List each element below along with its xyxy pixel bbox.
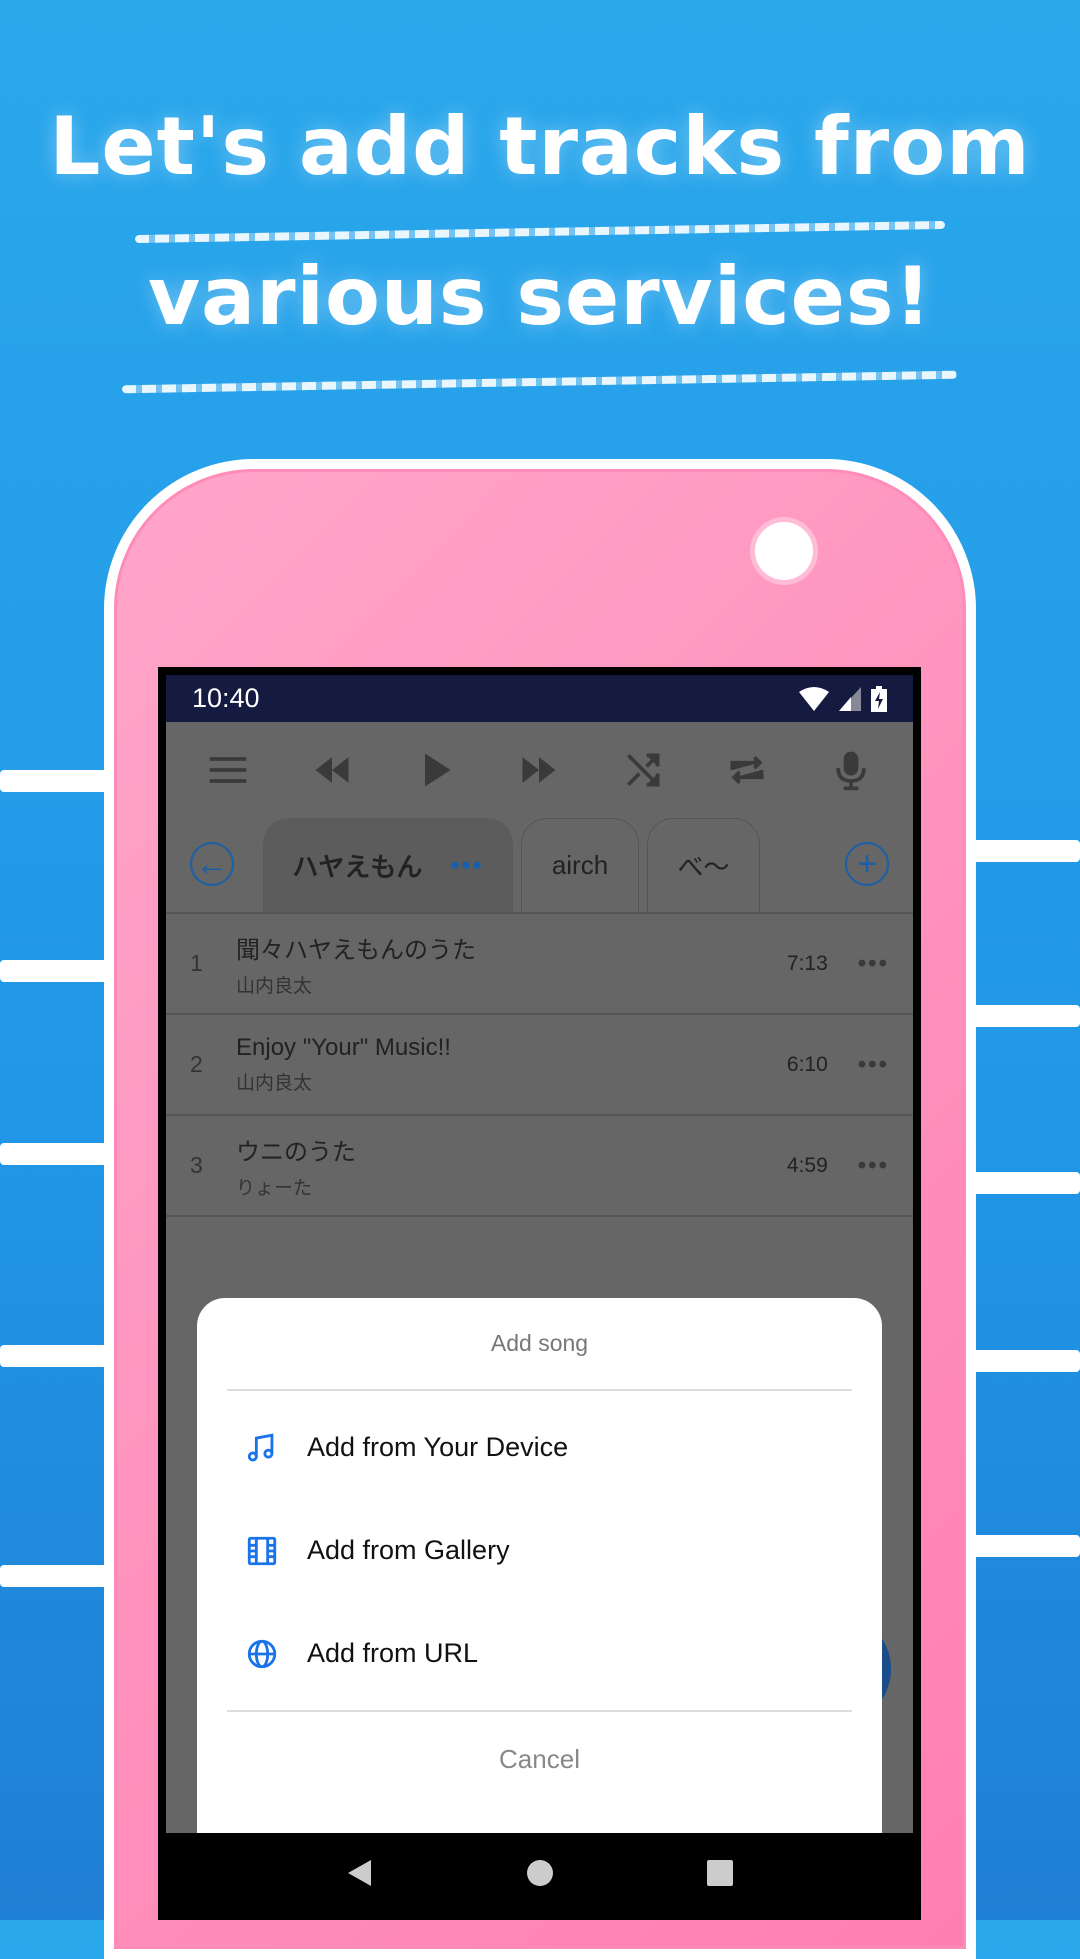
add-playlist-icon[interactable]: + [845,842,889,886]
add-from-gallery-option[interactable]: Add from Gallery [227,1499,852,1602]
track-title: Enjoy "Your" Music!! [236,1034,451,1061]
track-title: 聞々ハヤえもんのうた [236,936,476,964]
track-number: 3 [190,1152,203,1178]
track-duration: 7:13 [786,951,828,975]
tab-playlist[interactable]: airch [521,818,639,912]
stripe [970,1350,1080,1372]
playlist-tabs: ← ハヤえもん ••• airch べ〜 + [166,817,913,914]
cancel-button[interactable]: Cancel [197,1712,882,1807]
stripe [0,1565,110,1587]
status-bar: 10:40 [166,675,913,722]
microphone-icon[interactable] [829,748,873,792]
tab-playlist[interactable]: べ〜 [647,818,760,912]
track-artist: りょーた [236,1177,313,1199]
track-number: 1 [190,950,203,976]
signal-icon [839,686,861,711]
wifi-icon [799,686,829,711]
tab-playlist[interactable]: ハヤえもん ••• [263,818,513,912]
menu-icon[interactable] [206,748,250,792]
tab-label: airch [551,850,609,880]
status-time: 10:40 [192,683,260,713]
option-label: Add from Your Device [307,1432,569,1462]
track-artist: 山内良太 [236,975,313,997]
camera-icon [755,522,813,580]
phone-screen: 10:40 ← ハヤえもん ••• airch べ〜 + 1 聞々ハヤえもんのう… [158,667,921,1920]
fast-forward-icon[interactable] [517,748,561,792]
track-duration: 4:59 [786,1153,828,1177]
stripe [0,1143,110,1165]
rewind-icon[interactable] [310,748,354,792]
tab-label: べ〜 [677,852,730,882]
music-note-icon [247,1433,274,1461]
headline-line2: various services! [147,250,933,343]
more-icon[interactable]: ••• [858,1051,889,1079]
underline-scribble [134,220,946,244]
globe-icon [247,1639,277,1668]
stripe [0,960,110,982]
track-artist: 山内良太 [236,1073,313,1094]
more-icon[interactable]: ••• [858,1152,889,1180]
underline-scribble [121,370,958,394]
add-from-device-option[interactable]: Add from Your Device [227,1396,852,1499]
dialog-title: Add song [227,1298,852,1391]
shuffle-icon[interactable] [621,748,665,792]
option-label: Add from URL [307,1638,479,1668]
stripe [970,1172,1080,1194]
stripe [970,1005,1080,1027]
navigation-bar [166,1833,913,1912]
stripe [0,1345,110,1367]
track-list: 1 聞々ハヤえもんのうた山内良太 7:13 ••• 2 Enjoy "Your"… [166,914,913,1217]
track-row[interactable]: 2 Enjoy "Your" Music!! 山内良太 6:10 ••• [166,1015,913,1116]
headline-line1: Let's add tracks from [49,100,1031,193]
back-circle-icon[interactable]: ← [190,842,234,886]
film-icon [247,1536,277,1565]
home-icon[interactable] [525,1858,555,1888]
recents-icon[interactable] [705,1858,735,1888]
repeat-icon[interactable] [725,748,769,792]
track-duration: 6:10 [786,1052,828,1076]
stripe [970,840,1080,862]
battery-charging-icon [871,685,887,712]
track-title: ウニのうた [236,1138,356,1166]
add-song-dialog: Add song Add from Your Device Add from G… [197,1298,882,1838]
option-label: Add from Gallery [307,1535,510,1565]
tab-label: ハヤえもん [292,852,423,882]
player-toolbar [166,722,913,817]
back-icon[interactable] [345,1858,375,1888]
more-icon[interactable]: ••• [858,950,889,978]
stripe [0,770,110,792]
stripe [970,1535,1080,1557]
track-row[interactable]: 3 ウニのうたりょーた 4:59 ••• [166,1116,913,1217]
track-row[interactable]: 1 聞々ハヤえもんのうた山内良太 7:13 ••• [166,914,913,1015]
tab-more-icon[interactable]: ••• [450,850,483,881]
add-from-url-option[interactable]: Add from URL [227,1602,852,1705]
track-number: 2 [190,1051,203,1077]
play-icon[interactable] [414,748,458,792]
